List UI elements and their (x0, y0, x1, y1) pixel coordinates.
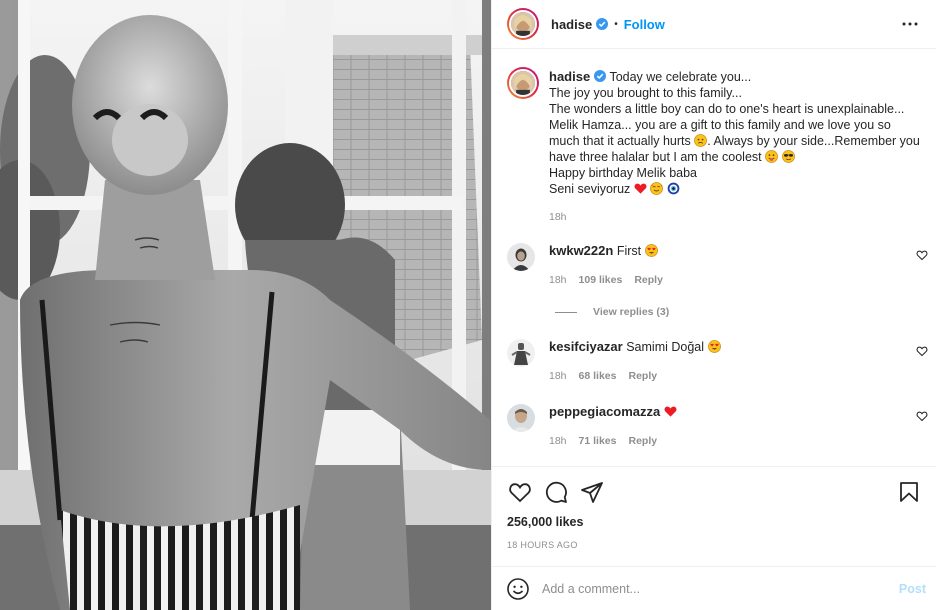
post-photo-image (0, 0, 491, 610)
comments-list: hadise Today we celebrate you... The joy… (492, 49, 936, 466)
post-comment-button[interactable]: Post (899, 582, 926, 596)
commenter-username[interactable]: kesifciyazar (549, 339, 623, 354)
caption-line: Today we celebrate you... (609, 70, 752, 84)
replies-divider (555, 311, 577, 313)
comment-like-heart-icon[interactable] (916, 410, 928, 422)
caption-line: Melik Hamza... you are a gift to this fa… (549, 118, 891, 132)
caption-line: much that it actually hurts (549, 134, 691, 148)
reply-button[interactable]: Reply (628, 368, 657, 384)
view-replies-label: View replies (3) (593, 306, 670, 318)
reply-button[interactable]: Reply (634, 272, 663, 288)
heart-eyes-emoji-icon (707, 340, 721, 353)
caption-time[interactable]: 18h (549, 209, 920, 225)
verified-badge-icon (594, 70, 607, 82)
tongue-face-emoji-icon (765, 150, 779, 163)
caption-line: The joy you brought to this family... (549, 86, 742, 100)
sad-face-emoji-icon (694, 134, 708, 147)
caption-avatar[interactable] (507, 67, 539, 99)
caption-line: Happy birthday Melik baba (549, 166, 697, 180)
reply-button[interactable]: Reply (628, 433, 657, 449)
post-header: hadise • Follow (492, 0, 936, 49)
caption-line: have three halalar but I am the coolest (549, 150, 762, 164)
follow-button[interactable]: Follow (624, 17, 665, 32)
more-options-icon[interactable] (898, 12, 922, 36)
comment-meta: 18h 109 likes Reply (549, 272, 922, 288)
commenter-avatar[interactable] (507, 404, 535, 432)
commenter-username[interactable]: peppegiacomazza (549, 404, 660, 419)
comment-time[interactable]: 18h (549, 433, 567, 449)
like-count[interactable]: 256,000 likes (507, 515, 922, 529)
commenter-avatar[interactable] (507, 339, 535, 367)
instagram-post: hadise • Follow hadise Today we celebrat… (0, 0, 936, 610)
author-avatar[interactable] (507, 8, 539, 40)
comment-like-heart-icon[interactable] (916, 345, 928, 357)
bookmark-icon[interactable] (896, 479, 922, 505)
commenter-username[interactable]: kwkw222n (549, 243, 613, 258)
comment-input[interactable] (542, 581, 899, 596)
post-age[interactable]: 18 HOURS AGO (507, 540, 922, 550)
red-heart-emoji-icon (664, 406, 677, 417)
nazar-amulet-emoji-icon (667, 182, 680, 195)
commenter-avatar[interactable] (507, 243, 535, 271)
caption-line: . Always by your side...Remember you (707, 134, 920, 148)
comment-text: Samimi Doğal (626, 340, 705, 354)
emoji-icon[interactable] (506, 577, 530, 601)
post-sidebar: hadise • Follow hadise Today we celebrat… (491, 0, 936, 610)
verified-badge-icon (596, 18, 609, 30)
author-username[interactable]: hadise (551, 17, 592, 32)
comment-likes[interactable]: 71 likes (579, 433, 617, 449)
hearts-face-emoji-icon (650, 182, 664, 195)
comment-item: kwkw222n First 18h 109 likes Reply (507, 243, 928, 288)
comment-icon[interactable] (543, 479, 569, 505)
comment-meta: 18h 68 likes Reply (549, 368, 922, 384)
caption-text: hadise Today we celebrate you... The joy… (549, 69, 920, 197)
post-caption: hadise Today we celebrate you... The joy… (507, 67, 922, 225)
post-actions: 256,000 likes 18 HOURS AGO (492, 466, 936, 566)
post-photo[interactable] (0, 0, 491, 610)
caption-line: The wonders a little boy can do to one's… (549, 102, 905, 116)
caption-username[interactable]: hadise (549, 69, 590, 84)
comment-item: kesifciyazar Samimi Doğal 18h 68 likes R… (507, 339, 928, 384)
comment-text: First (616, 244, 642, 258)
comment-item: peppegiacomazza 18h 71 likes Reply (507, 404, 928, 449)
comment-like-heart-icon[interactable] (916, 249, 928, 261)
comment-time[interactable]: 18h (549, 272, 567, 288)
comment-time[interactable]: 18h (549, 368, 567, 384)
view-replies-button[interactable]: View replies (3) (555, 306, 922, 318)
red-heart-emoji-icon (634, 183, 647, 194)
caption-line: Seni seviyoruz (549, 182, 631, 196)
comment-meta: 18h 71 likes Reply (549, 433, 922, 449)
heart-icon[interactable] (507, 479, 533, 505)
comment-likes[interactable]: 109 likes (579, 272, 623, 288)
header-separator: • (614, 18, 618, 30)
sunglasses-face-emoji-icon (781, 150, 795, 163)
comment-likes[interactable]: 68 likes (579, 368, 617, 384)
add-comment-bar: Post (492, 566, 936, 610)
heart-eyes-emoji-icon (644, 244, 658, 257)
share-icon[interactable] (579, 479, 605, 505)
